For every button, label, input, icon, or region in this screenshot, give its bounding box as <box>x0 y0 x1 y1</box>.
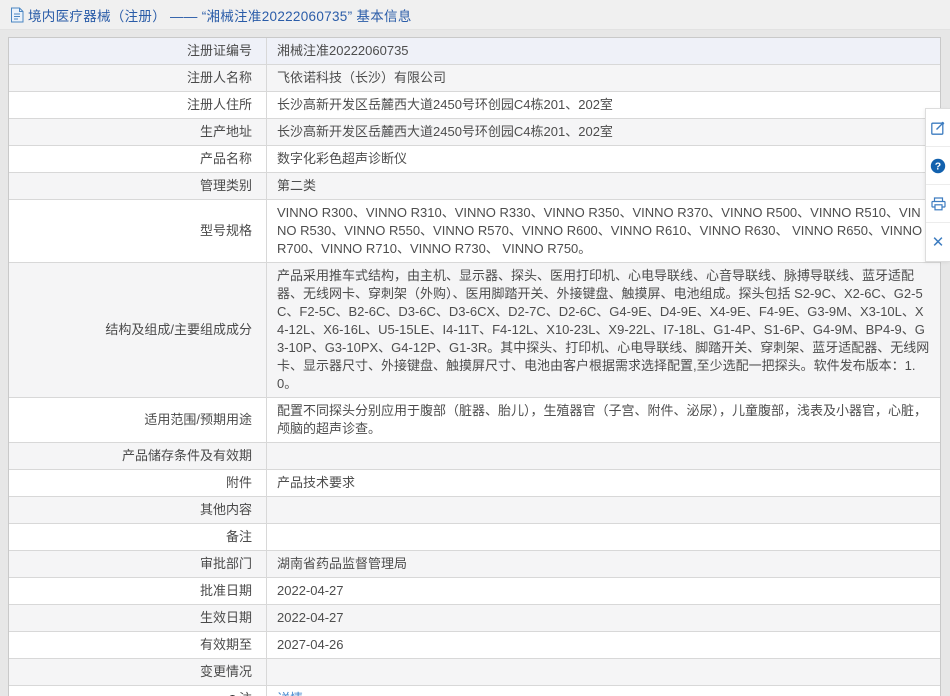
row-label: 其他内容 <box>9 497 267 523</box>
row-value: 长沙高新开发区岳麓西大道2450号环创园C4栋201、202室 <box>277 97 613 112</box>
edit-icon <box>931 121 945 135</box>
row-label: 型号规格 <box>9 200 267 262</box>
row-label: 注 <box>9 686 267 696</box>
row-label: 适用范围/预期用途 <box>9 398 267 442</box>
row-label: 批准日期 <box>9 578 267 604</box>
table-row: 变更情况 <box>9 659 940 686</box>
row-value: 2022-04-27 <box>277 583 344 598</box>
row-value: 产品技术要求 <box>277 475 356 490</box>
table-row: 产品储存条件及有效期 <box>9 443 940 470</box>
table-row: 注册人住所 长沙高新开发区岳麓西大道2450号环创园C4栋201、202室 <box>9 92 940 119</box>
svg-text:?: ? <box>935 160 941 172</box>
row-value <box>267 497 940 523</box>
print-button[interactable] <box>926 185 950 223</box>
row-value: 飞依诺科技（长沙）有限公司 <box>277 70 447 85</box>
row-value: 产品采用推车式结构，由主机、显示器、探头、医用打印机、心电导联线、心音导联线、脉… <box>277 268 930 391</box>
close-icon: ✕ <box>931 233 945 251</box>
row-label: 注册证编号 <box>9 38 267 64</box>
page-title: 境内医疗器械（注册） —— “湘械注准20222060735” 基本信息 <box>28 8 412 24</box>
row-label: 附件 <box>9 470 267 496</box>
row-label: 变更情况 <box>9 659 267 685</box>
row-label: 生产地址 <box>9 119 267 145</box>
row-label: 生效日期 <box>9 605 267 631</box>
row-value <box>267 659 940 685</box>
row-value: 详情 <box>267 686 940 696</box>
side-toolbar: ? ✕ <box>925 108 950 262</box>
table-row: 审批部门 湖南省药品监督管理局 <box>9 551 940 578</box>
row-label: 有效期至 <box>9 632 267 658</box>
table-row: 型号规格 VINNO R300、VINNO R310、VINNO R330、VI… <box>9 200 940 263</box>
help-icon: ? <box>930 158 946 173</box>
help-button[interactable]: ? <box>926 147 950 185</box>
row-label: 注册人名称 <box>9 65 267 91</box>
table-row: 附件 产品技术要求 <box>9 470 940 497</box>
row-label: 产品储存条件及有效期 <box>9 443 267 469</box>
row-value: 2022-04-27 <box>277 610 344 625</box>
table-row: 产品名称 数字化彩色超声诊断仪 <box>9 146 940 173</box>
table-row: 结构及组成/主要组成成分 产品采用推车式结构，由主机、显示器、探头、医用打印机、… <box>9 263 940 398</box>
table-row-note: 注 详情 <box>9 686 940 696</box>
row-value: VINNO R300、VINNO R310、VINNO R330、VINNO R… <box>277 205 923 256</box>
row-value: 长沙高新开发区岳麓西大道2450号环创园C4栋201、202室 <box>277 124 613 139</box>
row-label: 备注 <box>9 524 267 550</box>
row-value: 数字化彩色超声诊断仪 <box>277 151 408 166</box>
document-icon <box>11 7 24 22</box>
details-link[interactable]: 详情 <box>277 690 303 696</box>
table-row: 生产地址 长沙高新开发区岳麓西大道2450号环创园C4栋201、202室 <box>9 119 940 146</box>
row-value: 湖南省药品监督管理局 <box>277 556 408 571</box>
table-row: 其他内容 <box>9 497 940 524</box>
row-label: 注册人住所 <box>9 92 267 118</box>
row-value: 第二类 <box>277 178 317 193</box>
row-label: 审批部门 <box>9 551 267 577</box>
row-value: 湘械注准20222060735 <box>277 43 409 58</box>
row-value <box>267 443 940 469</box>
table-row: 注册人名称 飞依诺科技（长沙）有限公司 <box>9 65 940 92</box>
row-value <box>267 524 940 550</box>
row-label: 产品名称 <box>9 146 267 172</box>
row-value: 配置不同探头分别应用于腹部（脏器、胎儿），生殖器官（子宫、附件、泌尿），儿童腹部… <box>277 403 928 436</box>
edit-button[interactable] <box>926 109 950 147</box>
table-row: 注册证编号 湘械注准20222060735 <box>9 38 940 65</box>
registration-info-table: 注册证编号 湘械注准20222060735 注册人名称 飞依诺科技（长沙）有限公… <box>8 37 941 696</box>
table-row: 生效日期 2022-04-27 <box>9 605 940 632</box>
row-label: 结构及组成/主要组成成分 <box>9 263 267 397</box>
table-row: 批准日期 2022-04-27 <box>9 578 940 605</box>
table-row: 有效期至 2027-04-26 <box>9 632 940 659</box>
table-row: 适用范围/预期用途 配置不同探头分别应用于腹部（脏器、胎儿），生殖器官（子宫、附… <box>9 398 940 443</box>
table-row: 备注 <box>9 524 940 551</box>
page-header: 境内医疗器械（注册） —— “湘械注准20222060735” 基本信息 <box>0 0 950 30</box>
table-row: 管理类别 第二类 <box>9 173 940 200</box>
close-button[interactable]: ✕ <box>926 223 950 261</box>
print-icon <box>930 196 946 210</box>
row-value: 2027-04-26 <box>277 637 344 652</box>
row-label: 管理类别 <box>9 173 267 199</box>
